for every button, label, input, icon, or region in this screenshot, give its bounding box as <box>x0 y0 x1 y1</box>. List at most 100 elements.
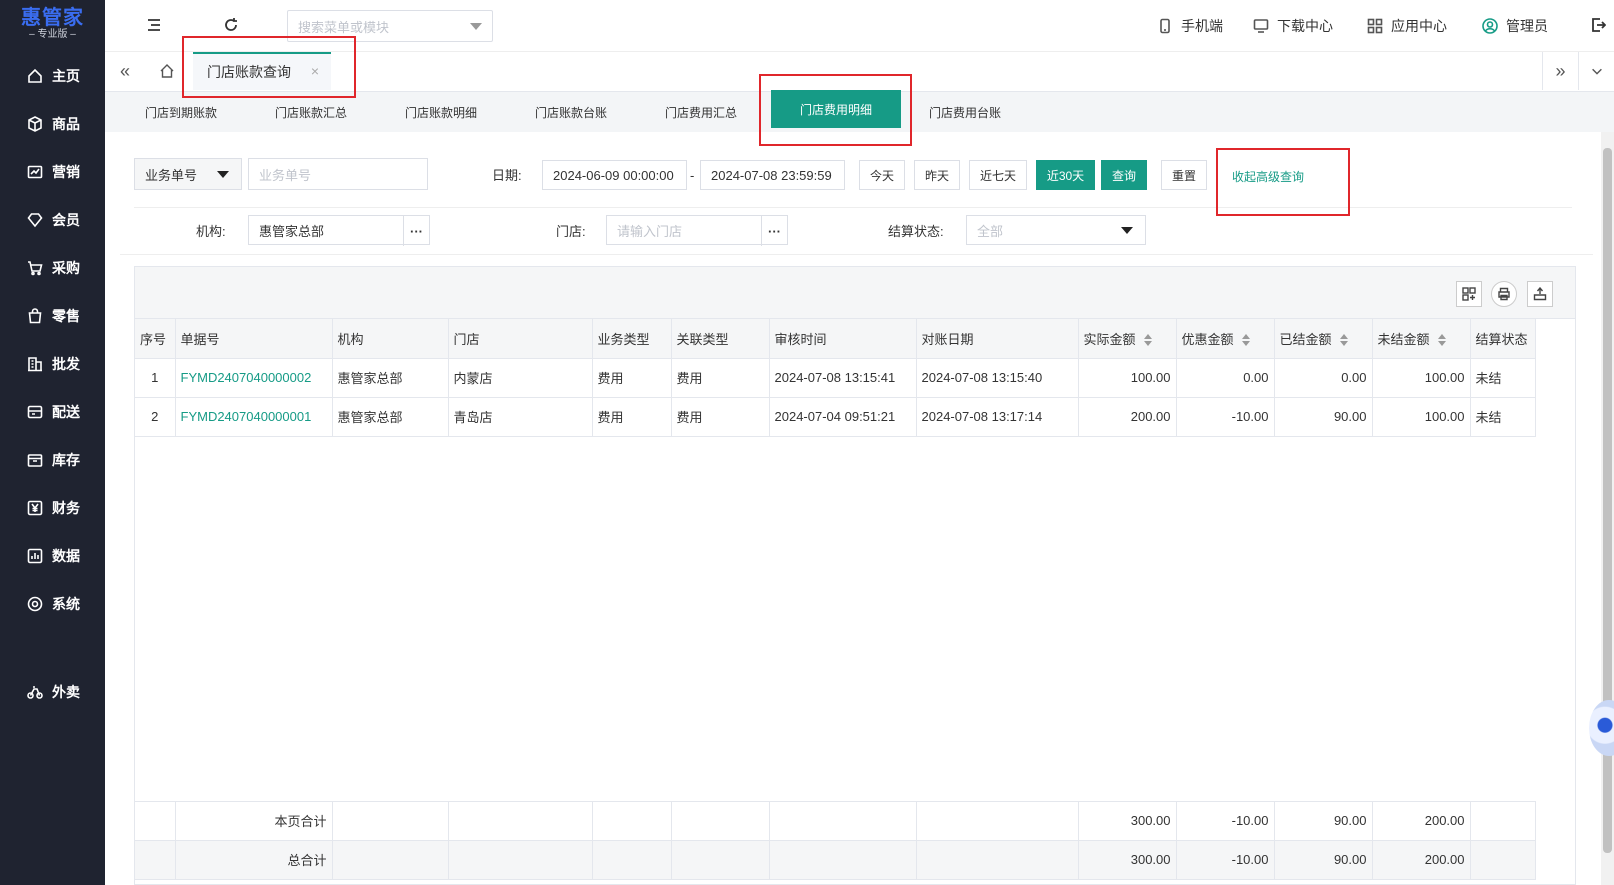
column-header-sortable[interactable]: 已结金额 <box>1274 319 1373 359</box>
apps-label: 应用中心 <box>1391 18 1447 34</box>
sort-icon[interactable] <box>1241 334 1250 347</box>
today-button[interactable]: 今天 <box>859 160 905 190</box>
org-input[interactable]: 惠管家总部 ··· <box>248 215 430 246</box>
sidebar-item-inventory[interactable]: 库存 <box>0 440 105 480</box>
column-header[interactable]: 关联类型 <box>671 319 770 359</box>
sidebar-item-marketing[interactable]: 营销 <box>0 152 105 192</box>
sidebar-item-system[interactable]: 系统 <box>0 584 105 624</box>
data-icon <box>26 547 44 565</box>
column-header[interactable]: 单据号 <box>175 319 333 359</box>
logo[interactable]: 惠管家 – 专业版 – <box>0 0 105 48</box>
column-header-label: 实际金额 <box>1083 331 1136 347</box>
caret-down-icon <box>1121 227 1133 234</box>
column-header-sortable[interactable]: 未结金额 <box>1372 319 1471 359</box>
tabs-scroll-right-icon[interactable]: » <box>1542 52 1578 90</box>
home-icon <box>26 67 44 85</box>
subtab-account-ledger[interactable]: 门店账款台账 <box>521 92 621 132</box>
download-label: 下载中心 <box>1277 18 1333 34</box>
column-header[interactable]: 机构 <box>332 319 449 359</box>
grand-total-unsettled: 200.00 <box>1372 840 1471 880</box>
store-picker-button[interactable]: ··· <box>761 216 787 246</box>
cell-empty <box>769 840 917 880</box>
column-header[interactable]: 对账日期 <box>916 319 1079 359</box>
sidebar-item-home[interactable]: 主页 <box>0 56 105 96</box>
cell-empty <box>671 840 770 880</box>
sort-icon[interactable] <box>1143 334 1152 347</box>
date-to-input[interactable]: 2024-07-08 23:59:59 <box>700 160 845 190</box>
logo-text: 惠管家 <box>21 7 84 29</box>
last-7-days-button[interactable]: 近七天 <box>969 160 1027 190</box>
query-button[interactable]: 查询 <box>1101 160 1147 190</box>
column-header[interactable]: 结算状态 <box>1470 319 1536 359</box>
org-picker-button[interactable]: ··· <box>403 216 429 246</box>
menu-search-input[interactable]: 搜索菜单或模块 <box>287 10 493 42</box>
sidebar-item-members[interactable]: 会员 <box>0 200 105 240</box>
reset-button[interactable]: 重置 <box>1161 160 1207 190</box>
menu-toggle-icon[interactable] <box>143 14 165 36</box>
expense-detail-table-container: 序号 单据号 机构 门店 业务类型 关联类型 审核时间 对账日期 实际金额 优惠… <box>134 266 1576 885</box>
sidebar-item-finance[interactable]: 财务 <box>0 488 105 528</box>
sidebar-item-wholesale[interactable]: 批发 <box>0 344 105 384</box>
doc-type-value: 业务单号 <box>145 167 198 183</box>
subtab-expense-ledger[interactable]: 门店费用台账 <box>915 92 1015 132</box>
column-settings-icon[interactable] <box>1456 281 1482 307</box>
doc-number-input[interactable]: 业务单号 <box>248 158 428 190</box>
cell-index: 2 <box>135 397 176 437</box>
subtab-account-detail[interactable]: 门店账款明细 <box>391 92 491 132</box>
cell-empty <box>135 801 176 841</box>
table-row[interactable]: 1 FYMD2407040000002 惠管家总部 内蒙店 费用 费用 2024… <box>135 358 1536 398</box>
tab-store-account-query[interactable]: 门店账款查询 × <box>193 52 331 90</box>
print-icon[interactable] <box>1491 281 1517 307</box>
doc-type-select[interactable]: 业务单号 <box>134 158 242 190</box>
sort-icon[interactable] <box>1437 334 1446 347</box>
subtab-due-accounts[interactable]: 门店到期账款 <box>131 92 231 132</box>
store-label: 门店: <box>556 223 586 239</box>
last-30-days-button[interactable]: 近30天 <box>1036 160 1095 190</box>
table-row[interactable]: 2 FYMD2407040000001 惠管家总部 青岛店 费用 费用 2024… <box>135 397 1536 437</box>
collapse-advanced-query-link[interactable]: 收起高级查询 <box>1232 168 1304 185</box>
sidebar-item-delivery[interactable]: 配送 <box>0 392 105 432</box>
date-from-input[interactable]: 2024-06-09 00:00:00 <box>542 160 687 190</box>
sidebar-item-retail[interactable]: 零售 <box>0 296 105 336</box>
column-header[interactable]: 审核时间 <box>769 319 917 359</box>
logout-icon[interactable] <box>1587 14 1609 36</box>
export-icon[interactable] <box>1527 281 1553 307</box>
column-header[interactable]: 业务类型 <box>592 319 672 359</box>
store-input[interactable]: 请输入门店 ··· <box>606 215 788 246</box>
sidebar-item-products[interactable]: 商品 <box>0 104 105 144</box>
subtab-account-summary[interactable]: 门店账款汇总 <box>261 92 361 132</box>
sidebar-item-takeout[interactable]: 外卖 <box>0 672 105 712</box>
settlement-status-select[interactable]: 全部 <box>966 215 1146 245</box>
sidebar-item-data[interactable]: 数据 <box>0 536 105 576</box>
settlement-status-value: 全部 <box>977 223 1004 239</box>
monitor-icon <box>1253 19 1269 33</box>
page-scrollbar[interactable] <box>1601 132 1614 885</box>
column-header[interactable]: 门店 <box>448 319 593 359</box>
subtab-expense-summary[interactable]: 门店费用汇总 <box>651 92 751 132</box>
page-total-unsettled: 200.00 <box>1372 801 1471 841</box>
user-name: 管理员 <box>1506 18 1548 34</box>
tabs-scroll-left-icon[interactable]: « <box>107 52 143 90</box>
sidebar-item-purchase[interactable]: 采购 <box>0 248 105 288</box>
column-header-sortable[interactable]: 实际金额 <box>1078 319 1177 359</box>
cell-doc-number-link[interactable]: FYMD2407040000001 <box>175 397 333 437</box>
sidebar-item-label: 营销 <box>52 164 80 180</box>
column-header-sortable[interactable]: 优惠金额 <box>1176 319 1275 359</box>
caret-down-icon <box>217 171 229 178</box>
download-center-link[interactable]: 下载中心 <box>1253 16 1333 36</box>
cell-doc-number-link[interactable]: FYMD2407040000002 <box>175 358 333 398</box>
sidebar-item-label: 外卖 <box>52 684 80 700</box>
home-tab-icon[interactable] <box>149 52 185 90</box>
sort-icon[interactable] <box>1339 334 1348 347</box>
refresh-icon[interactable] <box>220 14 242 36</box>
cell-unsettled-amount: 100.00 <box>1372 397 1471 437</box>
page-total-label: 本页合计 <box>175 801 333 841</box>
yesterday-button[interactable]: 昨天 <box>914 160 960 190</box>
user-menu[interactable]: 管理员 <box>1482 16 1548 36</box>
subtab-expense-detail[interactable]: 门店费用明细 <box>771 90 901 128</box>
mobile-link[interactable]: 手机端 <box>1157 16 1223 36</box>
tabs-dropdown-icon[interactable] <box>1578 52 1614 90</box>
app-center-link[interactable]: 应用中心 <box>1367 16 1447 36</box>
close-icon[interactable]: × <box>311 63 319 79</box>
page-tab-strip: « 门店账款查询 × » <box>105 52 1614 92</box>
